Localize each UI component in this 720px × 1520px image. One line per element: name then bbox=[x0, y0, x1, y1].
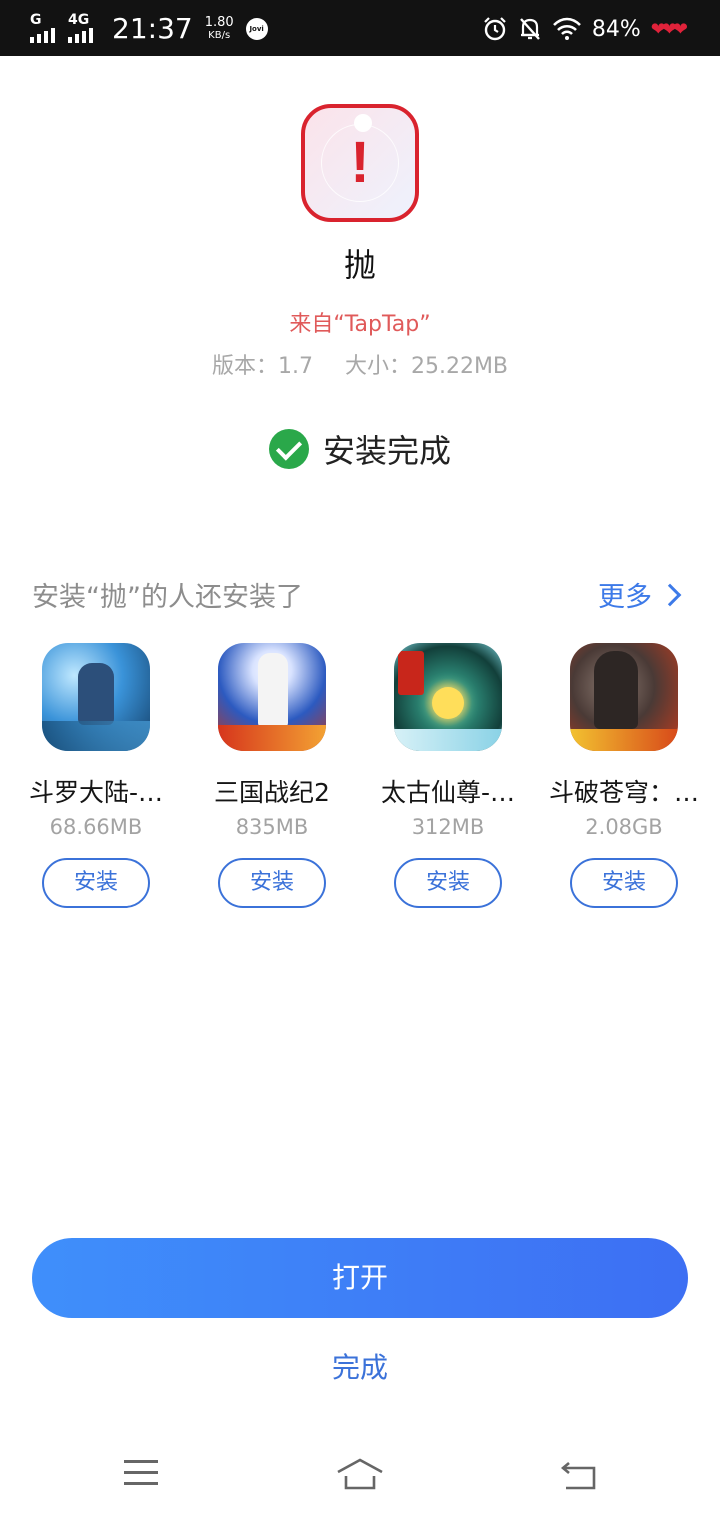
more-label: 更多 bbox=[598, 582, 652, 613]
recommend-app-size: 835MB bbox=[235, 815, 309, 839]
app-size: 大小：25.22MB bbox=[344, 354, 509, 379]
hearts-icon: ❤❤❤ bbox=[650, 18, 688, 40]
install-status-text: 安装完成 bbox=[322, 432, 451, 470]
recommend-list: 斗罗大陆-… 68.66MB 安装 三国战纪2 835MB 安装 太古仙尊-… … bbox=[8, 643, 712, 913]
jovi-icon: Jovi bbox=[245, 18, 268, 40]
app-version: 版本：1.7 bbox=[211, 354, 313, 379]
recommend-app: 三国战纪2 835MB 安装 bbox=[184, 643, 360, 913]
check-circle-icon bbox=[268, 429, 309, 469]
battery-level: 84% bbox=[591, 16, 641, 42]
app-thumbnail[interactable] bbox=[570, 643, 678, 751]
network-speed: 1.80 KB/s bbox=[204, 15, 234, 41]
recommend-app-size: 68.66MB bbox=[49, 815, 143, 839]
app-thumbnail[interactable] bbox=[218, 643, 326, 751]
app-icon: ! bbox=[301, 104, 419, 222]
wifi-icon bbox=[552, 17, 581, 40]
status-bar: G 4G 21:37 1.80 KB/s Jovi 84% ❤❤❤ bbox=[0, 0, 720, 56]
recommend-app-size: 2.08GB bbox=[585, 815, 663, 839]
recommend-app: 斗罗大陆-… 68.66MB 安装 bbox=[8, 643, 184, 913]
menu-icon[interactable] bbox=[124, 1460, 158, 1488]
app-thumbnail[interactable] bbox=[394, 643, 502, 751]
recommend-app: 太古仙尊-… 312MB 安装 bbox=[360, 643, 536, 913]
recommend-app-name: 斗破苍穹：… bbox=[548, 778, 699, 807]
home-icon[interactable] bbox=[336, 1456, 384, 1492]
app-source: 来自“TapTap” bbox=[289, 312, 431, 337]
install-button[interactable]: 安装 bbox=[42, 858, 150, 908]
install-button[interactable]: 安装 bbox=[394, 858, 502, 908]
exclamation-icon: ! bbox=[350, 130, 370, 195]
done-button[interactable]: 完成 bbox=[0, 1346, 720, 1386]
recommend-app-name: 三国战纪2 bbox=[214, 778, 330, 807]
clock: 21:37 bbox=[112, 12, 193, 45]
more-link[interactable]: 更多 bbox=[598, 575, 682, 614]
back-icon[interactable] bbox=[560, 1462, 598, 1492]
recommend-app: 斗破苍穹：… 2.08GB 安装 bbox=[536, 643, 712, 913]
app-meta: 版本：1.7 大小：25.22MB bbox=[0, 348, 720, 380]
recommend-app-name: 斗罗大陆-… bbox=[28, 778, 164, 807]
install-button[interactable]: 安装 bbox=[570, 858, 678, 908]
alarm-icon bbox=[484, 17, 506, 41]
app-name: 抛 bbox=[343, 246, 376, 284]
app-thumbnail[interactable] bbox=[42, 643, 150, 751]
recommend-app-size: 312MB bbox=[411, 815, 485, 839]
install-button[interactable]: 安装 bbox=[218, 858, 326, 908]
bell-off-icon bbox=[519, 18, 540, 40]
recommend-app-name: 太古仙尊-… bbox=[380, 778, 516, 807]
install-status: 安装完成 bbox=[0, 426, 720, 472]
navigation-bar bbox=[0, 1440, 720, 1520]
signal-sim1-icon: G bbox=[30, 13, 64, 43]
chevron-right-icon bbox=[658, 583, 682, 606]
open-button[interactable]: 打开 bbox=[32, 1238, 688, 1318]
signal-sim2-icon: 4G bbox=[68, 13, 102, 43]
recommend-title: 安装“抛”的人还安装了 bbox=[32, 582, 303, 613]
